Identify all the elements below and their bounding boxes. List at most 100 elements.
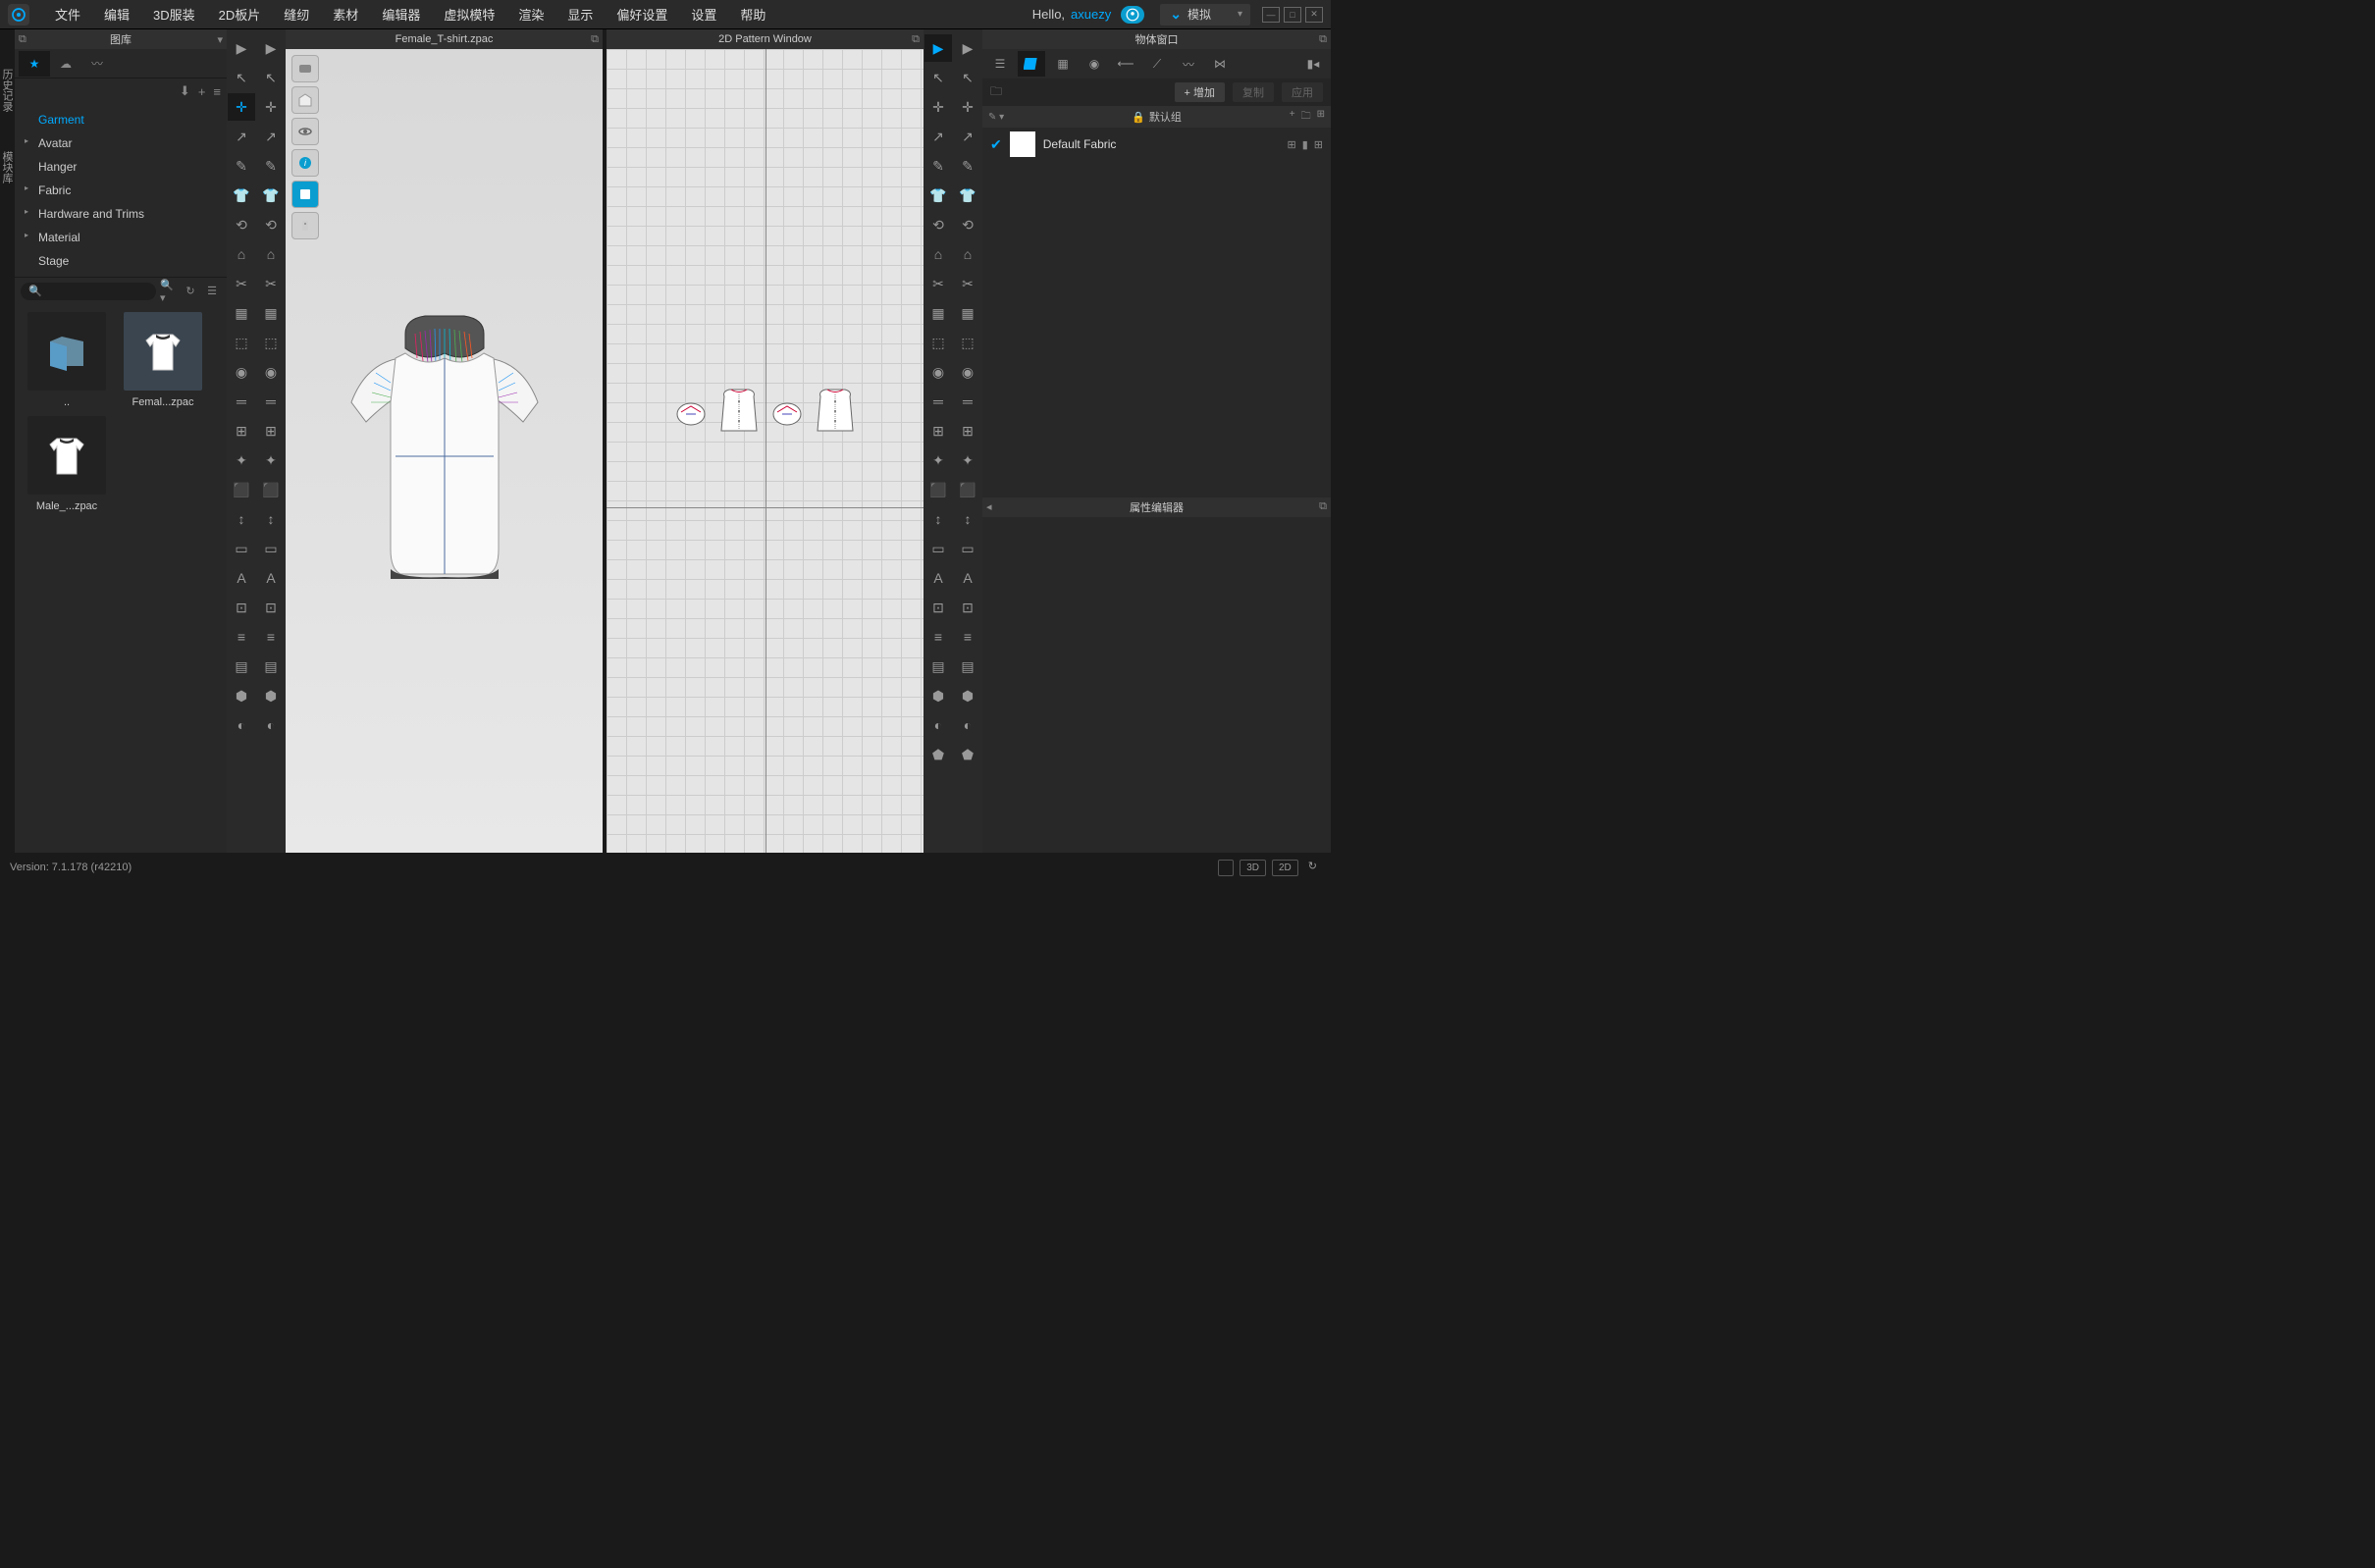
grid-icon[interactable]: ⊞	[1314, 138, 1323, 151]
status-3d[interactable]: 3D	[1240, 860, 1266, 876]
tc3db-tool-0[interactable]: ▶	[257, 34, 285, 62]
tc2db-tool-8[interactable]: ✂	[954, 270, 981, 297]
menu-icon[interactable]: ≡	[213, 84, 221, 99]
tc3db-tool-12[interactable]: ═	[257, 388, 285, 415]
tc2da-tool-18[interactable]: A	[924, 564, 952, 592]
app-logo[interactable]	[8, 4, 29, 26]
tc2db-tool-1[interactable]: ↖	[954, 64, 981, 91]
username[interactable]: axuezy	[1071, 7, 1111, 22]
add-group-icon[interactable]: +	[1290, 109, 1295, 126]
tc2db-tool-7[interactable]: ⌂	[954, 240, 981, 268]
obj-tab-fabric[interactable]	[1018, 51, 1045, 77]
collapse-icon[interactable]: ▾	[217, 33, 223, 46]
simulate-button[interactable]: ⌄ 模拟	[1160, 4, 1250, 26]
tc2da-tool-20[interactable]: ≡	[924, 623, 952, 651]
tree-item-avatar[interactable]: ▸Avatar	[15, 131, 227, 155]
viewport-3d[interactable]: i	[286, 49, 603, 853]
tc3da-tool-18[interactable]: A	[228, 564, 255, 592]
thumb-Femal...zpac[interactable]: Femal...zpac	[119, 312, 207, 408]
tc3db-tool-22[interactable]: ⬢	[257, 682, 285, 709]
add-button[interactable]: + 增加	[1175, 82, 1225, 102]
tc2da-tool-10[interactable]: ⬚	[924, 329, 952, 356]
tc2db-tool-20[interactable]: ≡	[954, 623, 981, 651]
tc2da-tool-14[interactable]: ✦	[924, 446, 952, 474]
popout-icon[interactable]: ⧉	[591, 33, 599, 46]
tc3da-tool-15[interactable]: ⬛	[228, 476, 255, 503]
tc2db-tool-9[interactable]: ▦	[954, 299, 981, 327]
menu-缝纫[interactable]: 缝纫	[272, 5, 321, 24]
fabric-swatch[interactable]	[1010, 131, 1035, 157]
tc2db-tool-3[interactable]: ↗	[954, 123, 981, 150]
tc2da-tool-11[interactable]: ◉	[924, 358, 952, 386]
side-tab-history[interactable]: 历史记录	[0, 59, 15, 122]
menu-显示[interactable]: 显示	[555, 5, 605, 24]
tc2db-tool-14[interactable]: ✦	[954, 446, 981, 474]
tc2db-tool-12[interactable]: ═	[954, 388, 981, 415]
lib-tab-cloud[interactable]: ☁	[50, 51, 81, 77]
menu-3D服装[interactable]: 3D服装	[141, 5, 207, 24]
refresh-icon[interactable]: ↻	[1304, 860, 1321, 876]
add-icon[interactable]: ⊞	[1288, 138, 1296, 151]
vp-tool-6[interactable]	[291, 212, 319, 239]
tc3db-tool-4[interactable]: ✎	[257, 152, 285, 180]
folder-icon[interactable]: 🗀	[990, 82, 1002, 103]
menu-素材[interactable]: 素材	[321, 5, 370, 24]
obj-tab-texture[interactable]: ▦	[1049, 51, 1077, 77]
tc2db-tool-16[interactable]: ↕	[954, 505, 981, 533]
menu-偏好设置[interactable]: 偏好设置	[605, 5, 679, 24]
tree-item-material[interactable]: ▸Material	[15, 226, 227, 249]
tc3db-tool-13[interactable]: ⊞	[257, 417, 285, 444]
tc3db-tool-3[interactable]: ↗	[257, 123, 285, 150]
tc3db-tool-21[interactable]: ▤	[257, 653, 285, 680]
tc2da-tool-17[interactable]: ▭	[924, 535, 952, 562]
tc3da-tool-11[interactable]: ◉	[228, 358, 255, 386]
obj-tab-list[interactable]: ☰	[986, 51, 1014, 77]
vp-tool-2[interactable]	[291, 86, 319, 114]
tc2da-tool-21[interactable]: ▤	[924, 653, 952, 680]
tc2da-tool-3[interactable]: ↗	[924, 123, 952, 150]
tc2db-tool-19[interactable]: ⊡	[954, 594, 981, 621]
tc2db-tool-4[interactable]: ✎	[954, 152, 981, 180]
tc2da-tool-1[interactable]: ↖	[924, 64, 952, 91]
tc2db-tool-5[interactable]: 👕	[954, 182, 981, 209]
tc2db-tool-10[interactable]: ⬚	[954, 329, 981, 356]
obj-tab-stitch[interactable]: ⟵	[1112, 51, 1139, 77]
tc3db-tool-23[interactable]: ◐	[257, 711, 285, 739]
tc2da-tool-5[interactable]: 👕	[924, 182, 952, 209]
pencil-icon[interactable]: ✎ ▾	[988, 112, 1004, 123]
tc3da-tool-21[interactable]: ▤	[228, 653, 255, 680]
tc2da-tool-2[interactable]: ✛	[924, 93, 952, 121]
download-icon[interactable]: ⬇	[180, 83, 190, 99]
object-group-header[interactable]: ✎ ▾ 🔒 默认组 +🗀⊞	[982, 106, 1331, 128]
user-avatar-icon[interactable]	[1121, 6, 1144, 24]
maximize-button[interactable]: □	[1284, 7, 1301, 23]
search-input[interactable]: 🔍	[21, 283, 156, 300]
menu-2D板片[interactable]: 2D板片	[207, 5, 273, 24]
vp-tool-4[interactable]: i	[291, 149, 319, 177]
tc2da-tool-15[interactable]: ⬛	[924, 476, 952, 503]
obj-tab-zigzag[interactable]: 〰	[1175, 51, 1202, 77]
tree-item-fabric[interactable]: ▸Fabric	[15, 179, 227, 202]
tc3db-tool-17[interactable]: ▭	[257, 535, 285, 562]
tc2db-tool-2[interactable]: ✛	[954, 93, 981, 121]
tree-item-stage[interactable]: Stage	[15, 249, 227, 273]
copy-button[interactable]: 复制	[1233, 82, 1274, 102]
tc2da-tool-6[interactable]: ⟲	[924, 211, 952, 238]
tc2db-tool-11[interactable]: ◉	[954, 358, 981, 386]
tc2da-tool-24[interactable]: ⬟	[924, 741, 952, 768]
tc3db-tool-1[interactable]: ↖	[257, 64, 285, 91]
tc2da-tool-22[interactable]: ⬢	[924, 682, 952, 709]
minimize-button[interactable]: —	[1262, 7, 1280, 23]
tc2da-tool-19[interactable]: ⊡	[924, 594, 952, 621]
tc2da-tool-23[interactable]: ◐	[924, 711, 952, 739]
tc2da-tool-16[interactable]: ↕	[924, 505, 952, 533]
viewport-2d[interactable]	[607, 49, 924, 853]
tc3db-tool-10[interactable]: ⬚	[257, 329, 285, 356]
tc3da-tool-8[interactable]: ✂	[228, 270, 255, 297]
tc2db-tool-6[interactable]: ⟲	[954, 211, 981, 238]
tc3da-tool-10[interactable]: ⬚	[228, 329, 255, 356]
tree-item-garment[interactable]: Garment	[15, 108, 227, 131]
collapse-icon[interactable]: ◂	[986, 500, 992, 513]
flag-icon[interactable]: ▮	[1302, 138, 1308, 151]
tc3db-tool-16[interactable]: ↕	[257, 505, 285, 533]
